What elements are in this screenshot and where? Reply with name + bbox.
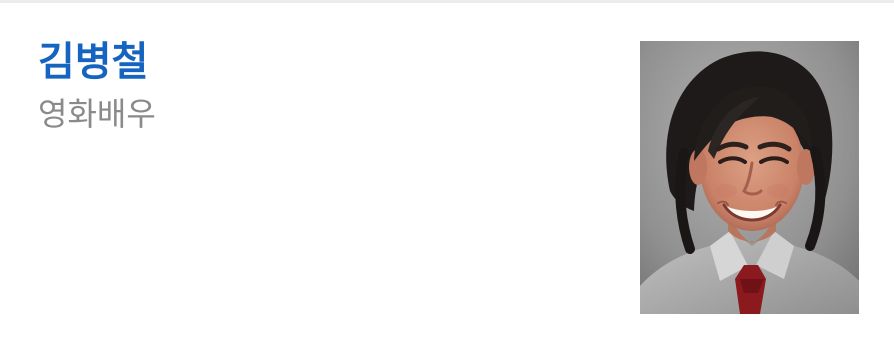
profile-text: 김병철 영화배우 xyxy=(38,36,598,134)
person-occupation: 영화배우 xyxy=(38,95,156,133)
person-name[interactable]: 김병철 xyxy=(38,36,598,88)
profile-card: 김병철 영화배우 xyxy=(0,0,894,356)
top-divider xyxy=(0,0,894,3)
portrait-image xyxy=(640,41,859,314)
profile-photo[interactable] xyxy=(640,41,859,314)
